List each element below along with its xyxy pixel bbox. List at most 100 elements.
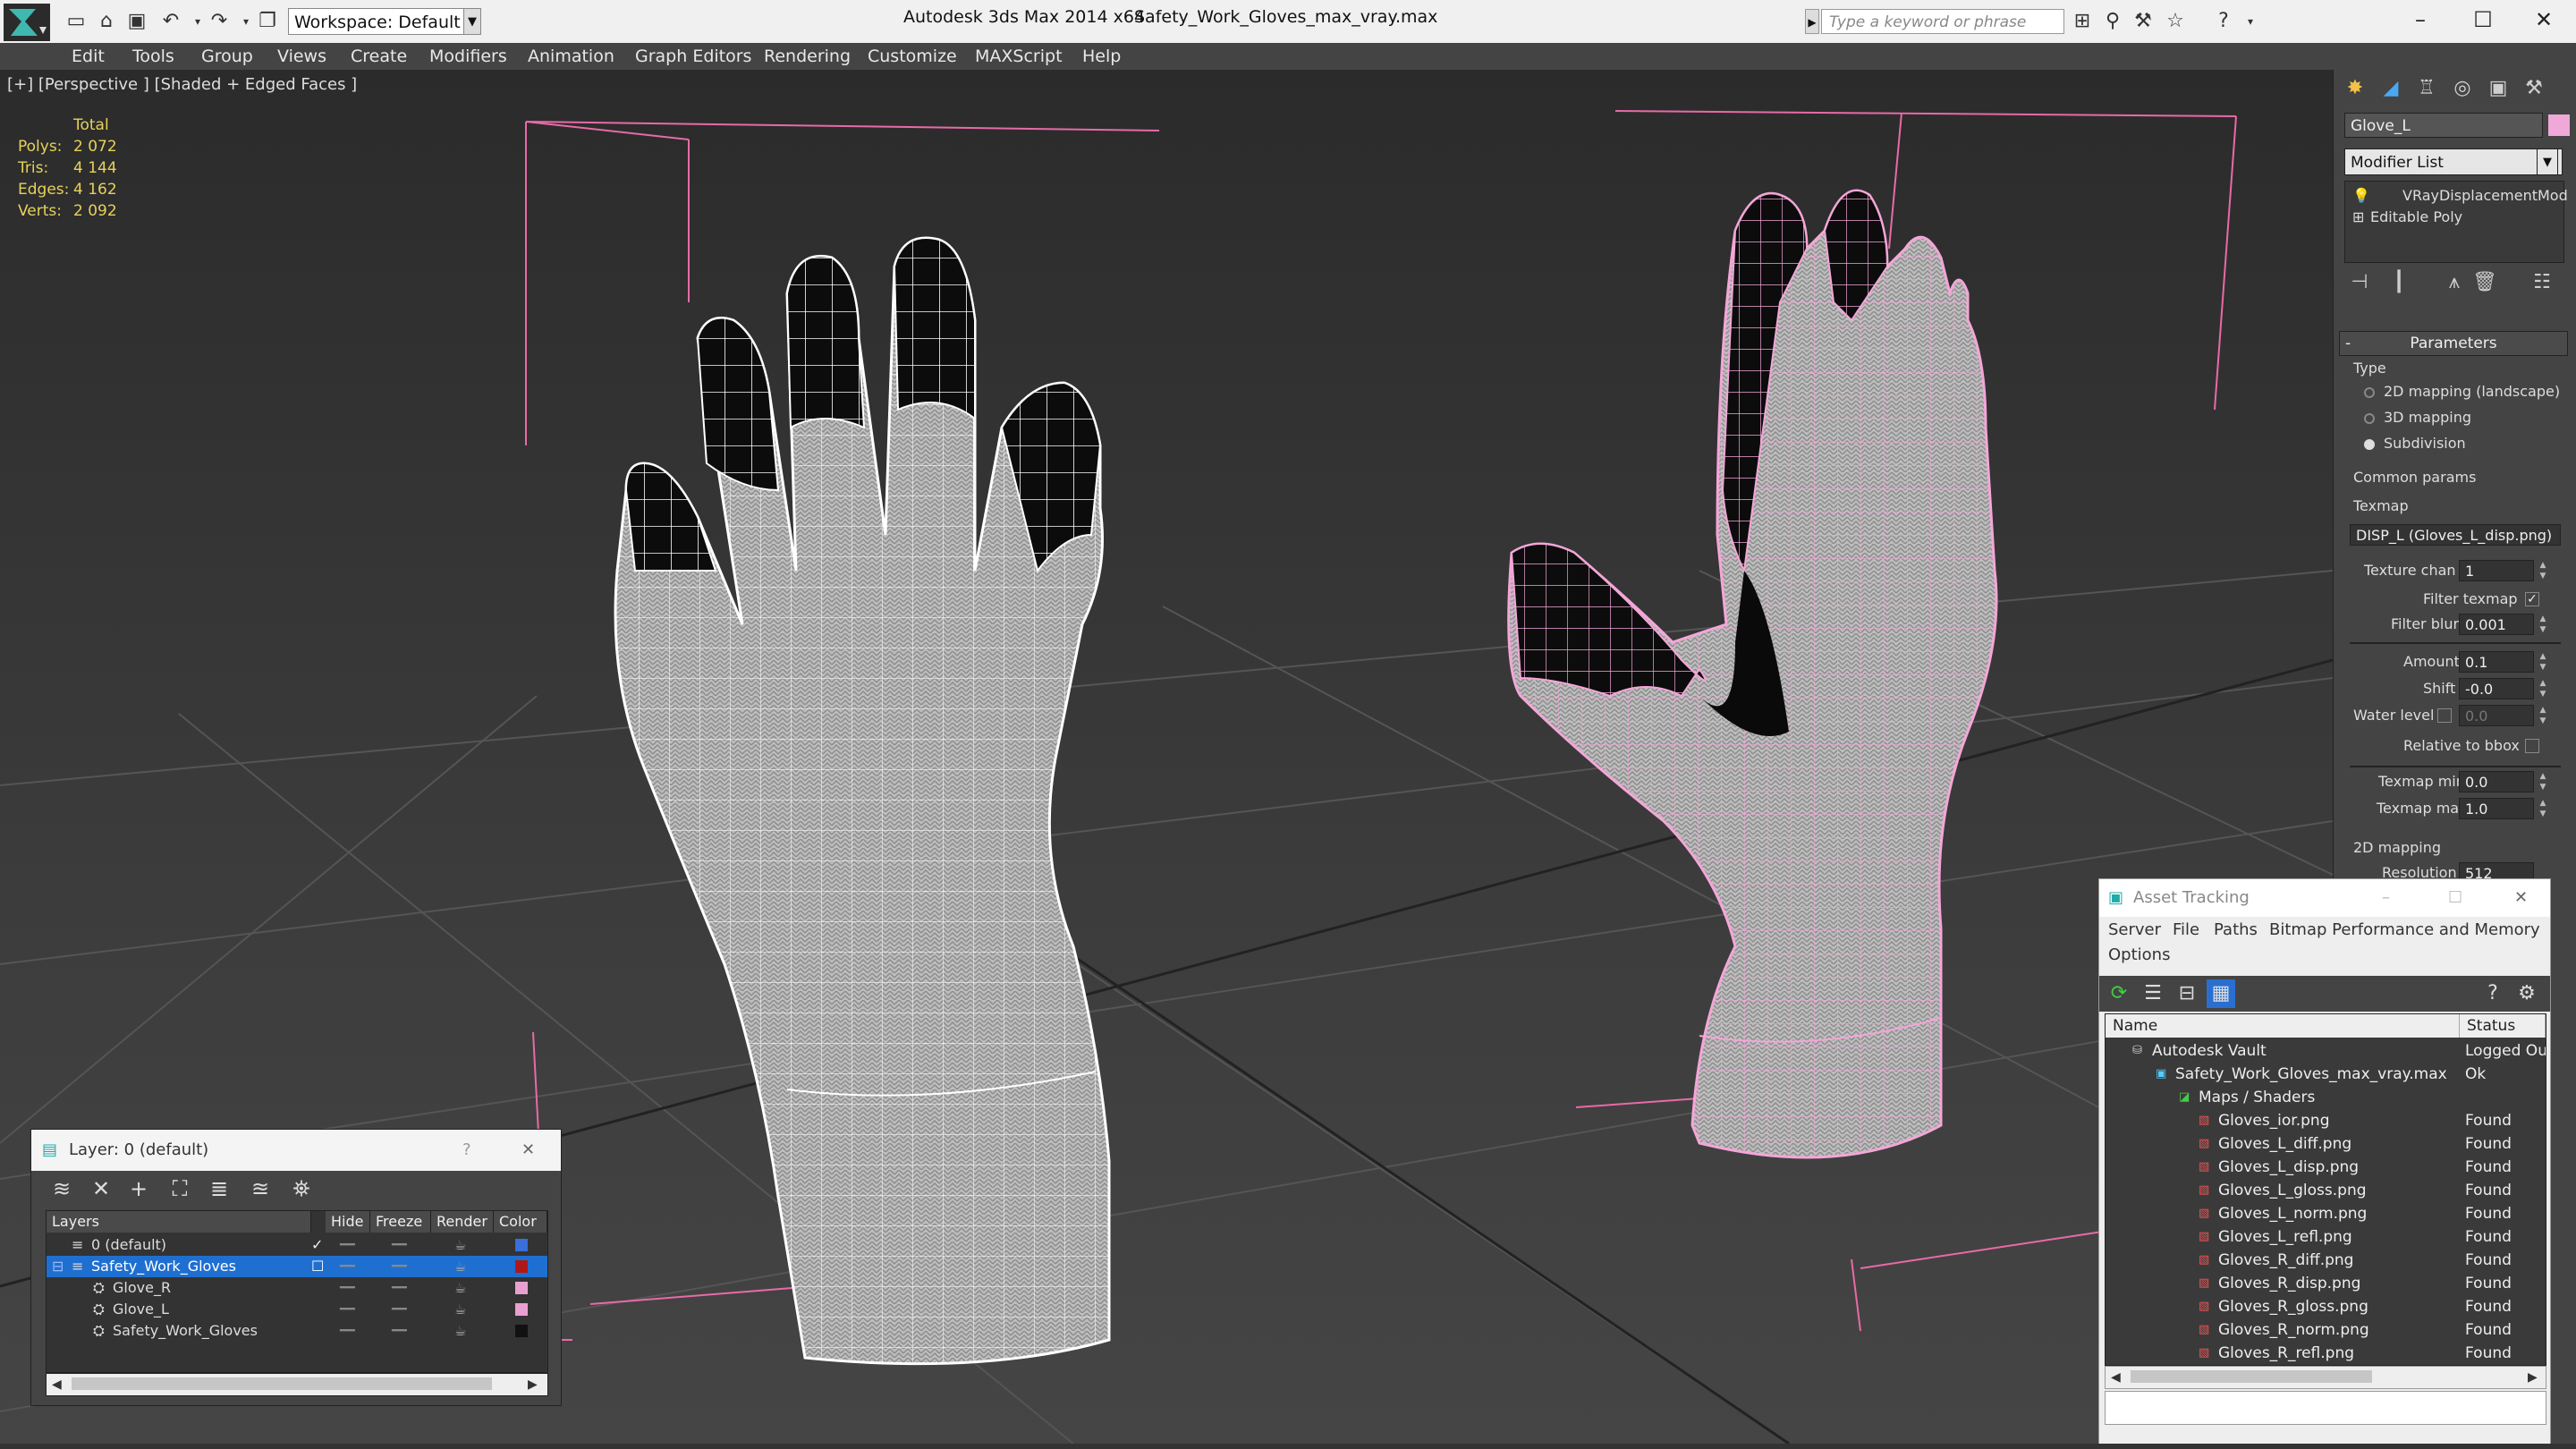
layer-close-button[interactable]: ✕ xyxy=(521,1130,535,1171)
utilities-tab-icon[interactable]: ⚒ xyxy=(2518,73,2550,104)
pin-stack-icon[interactable]: ⊣ xyxy=(2344,268,2375,297)
search-input[interactable]: Type a keyword or phrase xyxy=(1821,9,2064,34)
asset-row-bitmap[interactable]: ▧ Gloves_R_disp.png Found xyxy=(2106,1272,2546,1295)
column-status[interactable]: Status xyxy=(2460,1014,2546,1038)
asset-row-bitmap[interactable]: ▧ Gloves_R_diff.png Found xyxy=(2106,1249,2546,1272)
freeze-all-icon[interactable]: ⛯ xyxy=(284,1174,319,1203)
add-to-layer-icon[interactable]: + xyxy=(121,1174,157,1203)
minimize-button[interactable]: – xyxy=(2394,4,2447,36)
radio-subdivision[interactable] xyxy=(2364,439,2375,450)
help-icon[interactable]: ? xyxy=(2209,9,2238,34)
asset-menu-bitmap-performance[interactable]: Bitmap Performance and Memory xyxy=(2269,920,2540,939)
texmap-min-spinner[interactable]: ▲ ▼ xyxy=(2538,771,2548,792)
close-window-button[interactable]: ✕ xyxy=(2517,4,2571,36)
column-render[interactable]: Render xyxy=(431,1211,494,1233)
menu-create[interactable]: Create xyxy=(351,45,407,68)
display-tab-icon[interactable]: ▣ xyxy=(2482,73,2514,104)
delete-layer-icon[interactable]: ✕ xyxy=(83,1174,119,1203)
make-unique-icon[interactable]: ⩚ xyxy=(2439,268,2470,297)
asset-row-bitmap[interactable]: ▧ Gloves_R_norm.png Found xyxy=(2106,1318,2546,1342)
current-layer-box-icon[interactable]: ☐ xyxy=(311,1256,324,1277)
object-row[interactable]: ⛭ Safety_Work_Gloves ━━ ━━ ☕ xyxy=(47,1320,547,1342)
column-hide[interactable]: Hide xyxy=(326,1211,370,1233)
column-freeze[interactable]: Freeze xyxy=(370,1211,431,1233)
help-dropdown-icon[interactable]: ▾ xyxy=(2236,9,2265,34)
hide-toggle[interactable]: ━━ xyxy=(340,1299,355,1320)
detail-view-icon[interactable]: ⊟ xyxy=(2173,979,2201,1008)
object-color-swatch[interactable] xyxy=(515,1325,528,1337)
render-teapot-icon[interactable]: ☕ xyxy=(454,1277,466,1299)
scroll-right-icon[interactable]: ▶ xyxy=(528,1374,538,1395)
scroll-thumb[interactable] xyxy=(2131,1370,2372,1383)
stack-item-editable-poly[interactable]: ⊞ Editable Poly xyxy=(2352,207,2462,228)
object-row[interactable]: ⛭ Glove_R ━━ ━━ ☕ xyxy=(47,1277,547,1299)
object-name[interactable]: Glove_R xyxy=(113,1277,171,1299)
asset-minimize-button[interactable]: – xyxy=(2382,879,2390,917)
layer-color-swatch[interactable] xyxy=(515,1260,528,1273)
hide-toggle[interactable]: ━━ xyxy=(340,1234,355,1256)
modifier-list-dropdown[interactable]: Modifier List xyxy=(2344,148,2563,175)
modifier-list-arrow-icon[interactable]: ▼ xyxy=(2537,148,2558,175)
asset-horizontal-scrollbar[interactable]: ◀ ▶ xyxy=(2105,1366,2546,1389)
shift-spinner[interactable]: ▲ ▼ xyxy=(2538,678,2548,699)
scroll-thumb[interactable] xyxy=(72,1377,492,1390)
undo-icon[interactable]: ↶ xyxy=(157,9,184,34)
layer-color-swatch[interactable] xyxy=(515,1239,528,1251)
current-layer-check-icon[interactable]: ✓ xyxy=(311,1234,323,1256)
asset-row-bitmap[interactable]: ▧ Gloves_L_refl.png Found xyxy=(2106,1225,2546,1249)
glove-l-model[interactable] xyxy=(1507,189,1998,1159)
object-name-field[interactable]: Glove_L xyxy=(2344,113,2543,138)
menu-tools[interactable]: Tools xyxy=(132,45,174,68)
asset-close-button[interactable]: ✕ xyxy=(2514,879,2528,917)
amount-spinner[interactable]: ▲ ▼ xyxy=(2538,651,2548,673)
search-expand-icon[interactable]: ▶ xyxy=(1805,9,1819,34)
asset-row-vault[interactable]: ⛁ Autodesk Vault Logged Ou xyxy=(2106,1039,2546,1063)
parameters-rollout[interactable]: - Parameters xyxy=(2339,331,2568,356)
asset-row-bitmap[interactable]: ▧ Gloves_R_gloss.png Found xyxy=(2106,1295,2546,1318)
render-teapot-icon[interactable]: ☕ xyxy=(454,1299,466,1320)
open-file-icon[interactable]: ⌂ xyxy=(93,9,120,34)
hide-all-icon[interactable]: ≊ xyxy=(242,1174,278,1203)
asset-menu-paths[interactable]: Paths xyxy=(2214,920,2258,939)
asset-menu-server[interactable]: Server xyxy=(2108,920,2161,939)
menu-graph-editors[interactable]: Graph Editors xyxy=(635,45,751,68)
radio-2d-mapping[interactable] xyxy=(2364,387,2375,398)
object-color-swatch[interactable] xyxy=(515,1282,528,1294)
viewport-label[interactable]: [+] [Perspective ] [Shaded + Edged Faces… xyxy=(7,75,357,94)
asset-maximize-button[interactable]: ☐ xyxy=(2448,879,2462,917)
layer-name[interactable]: Safety_Work_Gloves xyxy=(91,1256,236,1277)
filter-blur-spinner[interactable]: ▲ ▼ xyxy=(2538,614,2548,635)
hide-toggle[interactable]: ━━ xyxy=(340,1256,355,1277)
relative-bbox-checkbox[interactable] xyxy=(2525,739,2539,753)
object-color-swatch[interactable] xyxy=(515,1303,528,1316)
freeze-toggle[interactable]: ━━ xyxy=(392,1299,407,1320)
lightbulb-icon[interactable]: 💡 xyxy=(2352,185,2370,207)
asset-menu-file[interactable]: File xyxy=(2173,920,2199,939)
texture-chan-input[interactable]: 1 xyxy=(2459,560,2534,581)
workspace-dropdown-arrow-icon[interactable]: ▼ xyxy=(463,8,481,35)
texmap-min-input[interactable]: 0.0 xyxy=(2459,771,2534,792)
menu-customize[interactable]: Customize xyxy=(868,45,957,68)
modify-tab-icon[interactable]: ◢ xyxy=(2375,73,2407,104)
communication-icon[interactable]: ⚒ xyxy=(2129,9,2157,34)
maximize-button[interactable]: ☐ xyxy=(2456,4,2510,36)
subscription-icon[interactable]: ⚲ xyxy=(2098,9,2127,34)
favorites-star-icon[interactable]: ☆ xyxy=(2161,9,2190,34)
menu-help[interactable]: Help xyxy=(1082,45,1121,68)
show-end-result-icon[interactable]: ┃ xyxy=(2384,268,2414,297)
menu-views[interactable]: Views xyxy=(277,45,326,68)
workspace-dropdown[interactable]: Workspace: Default xyxy=(288,8,478,35)
glove-r-model[interactable] xyxy=(614,236,1111,1366)
remove-modifier-icon[interactable]: 🗑 xyxy=(2470,268,2500,297)
asset-settings-icon[interactable]: ⚙ xyxy=(2512,979,2541,1008)
radio-3d-mapping[interactable] xyxy=(2364,413,2375,424)
select-objects-icon[interactable]: ⛶ xyxy=(162,1174,198,1203)
texmap-button[interactable]: DISP_L (Gloves_L_disp.png) xyxy=(2350,524,2561,546)
asset-row-bitmap[interactable]: ▧ Gloves_R_refl.png Found xyxy=(2106,1342,2546,1365)
menu-rendering[interactable]: Rendering xyxy=(764,45,851,68)
water-level-checkbox[interactable] xyxy=(2437,708,2452,723)
column-color[interactable]: Color xyxy=(494,1211,547,1233)
list-view-icon[interactable]: ☰ xyxy=(2139,979,2167,1008)
asset-help-icon[interactable]: ? xyxy=(2479,979,2507,1008)
render-teapot-icon[interactable]: ☕ xyxy=(454,1234,466,1256)
